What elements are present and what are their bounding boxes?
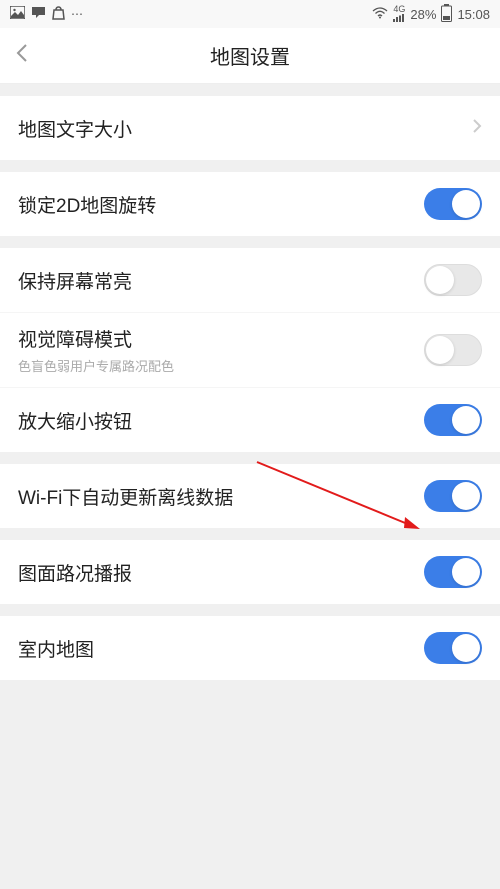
section-gap: [0, 528, 500, 540]
setting-indoor-map: 室内地图: [0, 616, 500, 680]
section-gap: [0, 604, 500, 616]
setting-label: 室内地图: [18, 635, 94, 662]
back-button[interactable]: [16, 43, 46, 69]
setting-label: 视觉障碍模式: [18, 325, 174, 352]
section-gap: [0, 452, 500, 464]
status-right: 4G 28% 15:08: [372, 4, 490, 25]
setting-subtitle: 色盲色弱用户专属路况配色: [18, 356, 174, 375]
battery-percent: 28%: [410, 7, 436, 22]
bag-icon: [52, 6, 65, 23]
chat-icon: [31, 6, 46, 22]
setting-label: 放大缩小按钮: [18, 407, 132, 434]
wifi-icon: [372, 7, 388, 22]
toggle-lock-2d[interactable]: [424, 188, 482, 220]
setting-label: 保持屏幕常亮: [18, 267, 132, 294]
setting-label: 图面路况播报: [18, 559, 132, 586]
header: 地图设置: [0, 28, 500, 84]
time: 15:08: [457, 7, 490, 22]
status-left-icons: ⋯: [10, 6, 83, 23]
toggle-traffic-broadcast[interactable]: [424, 556, 482, 588]
setting-text-size[interactable]: 地图文字大小: [0, 96, 500, 160]
setting-text-group: 视觉障碍模式 色盲色弱用户专属路况配色: [18, 325, 174, 375]
gallery-icon: [10, 6, 25, 22]
setting-lock-2d-rotation: 锁定2D地图旋转: [0, 172, 500, 236]
toggle-zoom-buttons[interactable]: [424, 404, 482, 436]
toggle-indoor-map[interactable]: [424, 632, 482, 664]
battery-icon: [441, 4, 452, 25]
toggle-keep-screen-on[interactable]: [424, 264, 482, 296]
setting-keep-screen-on: 保持屏幕常亮: [0, 248, 500, 312]
setting-accessibility-mode: 视觉障碍模式 色盲色弱用户专属路况配色: [0, 313, 500, 387]
status-bar: ⋯ 4G 28% 15:08: [0, 0, 500, 28]
section-gap: [0, 84, 500, 96]
more-icon: ⋯: [71, 7, 83, 21]
setting-label: 地图文字大小: [18, 115, 132, 142]
page-title: 地图设置: [210, 41, 290, 70]
setting-label: 锁定2D地图旋转: [18, 191, 156, 218]
toggle-wifi-update[interactable]: [424, 480, 482, 512]
section-gap: [0, 236, 500, 248]
setting-wifi-auto-update: Wi-Fi下自动更新离线数据: [0, 464, 500, 528]
toggle-accessibility[interactable]: [424, 334, 482, 366]
network-type: 4G: [393, 5, 405, 23]
setting-label: Wi-Fi下自动更新离线数据: [18, 483, 233, 510]
setting-zoom-buttons: 放大缩小按钮: [0, 388, 500, 452]
setting-traffic-broadcast: 图面路况播报: [0, 540, 500, 604]
chevron-right-icon: [472, 117, 482, 140]
section-gap: [0, 160, 500, 172]
